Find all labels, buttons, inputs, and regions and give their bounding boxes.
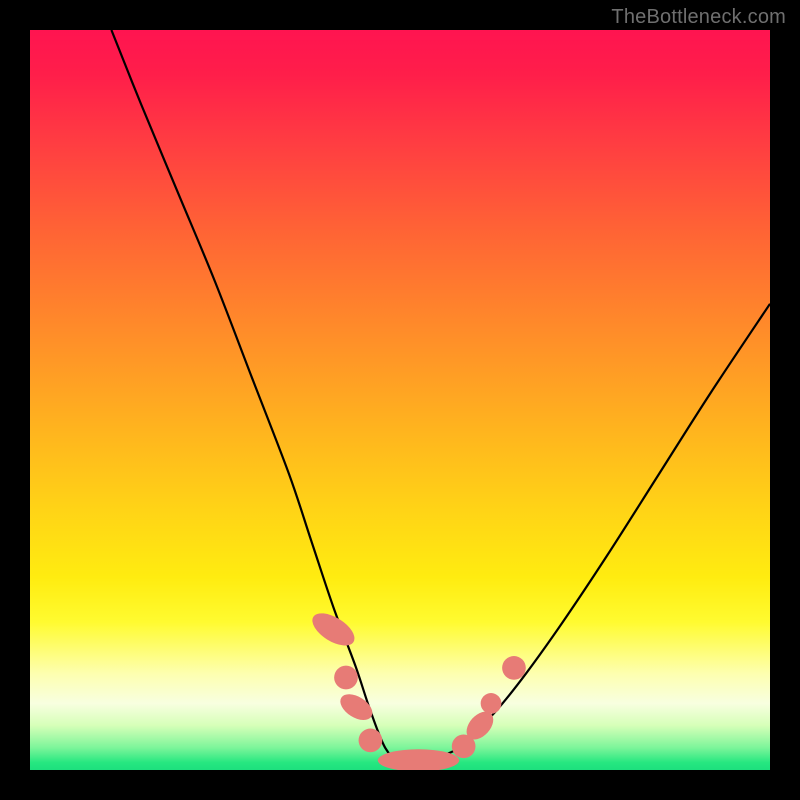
chart-frame: TheBottleneck.com [0,0,800,800]
marker-dot [502,656,526,680]
bottleneck-curve [111,30,770,764]
marker-pill [307,607,360,652]
marker-dot [452,734,476,758]
chart-plot-area [30,30,770,770]
curve-markers [307,607,526,770]
marker-pill [461,707,498,745]
watermark-text: TheBottleneck.com [611,6,786,29]
marker-dot [359,729,383,753]
chart-svg [30,30,770,770]
marker-pill [378,749,459,770]
marker-pill [336,689,377,725]
marker-dot [334,666,358,690]
marker-dot [481,693,502,714]
